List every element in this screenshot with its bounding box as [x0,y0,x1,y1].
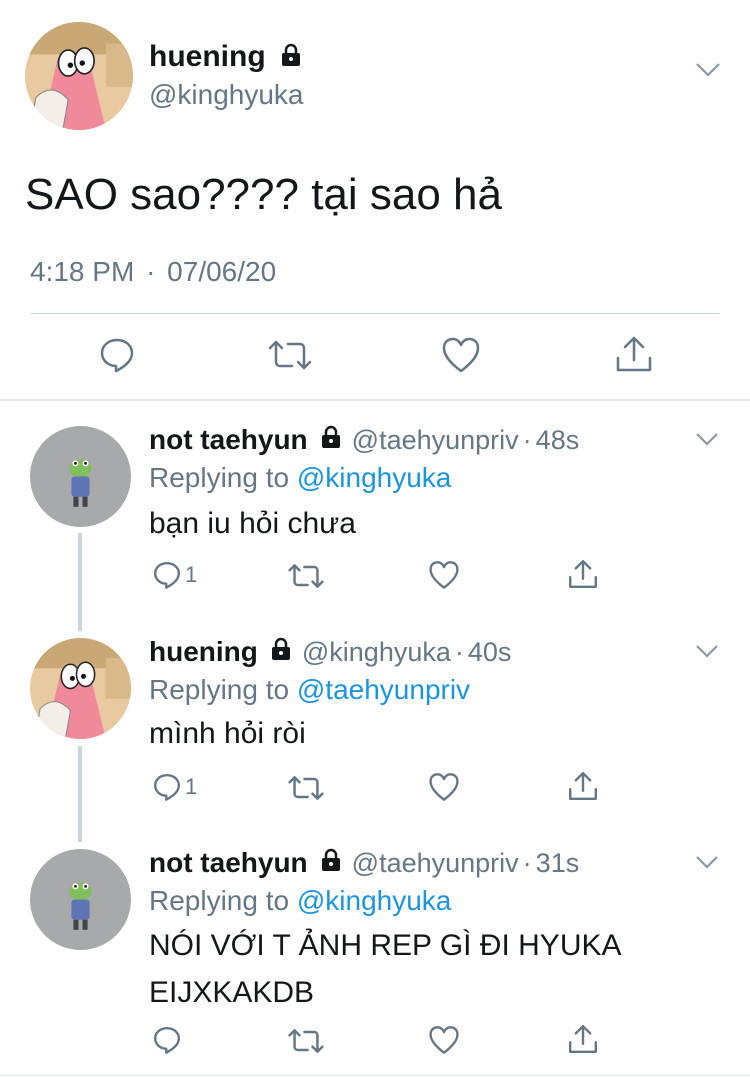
chevron-down-icon[interactable] [695,644,719,663]
tweet-text-line: bạn iu hỏi chưa [149,507,356,540]
share-icon[interactable] [614,334,654,374]
like-icon[interactable] [428,560,460,590]
retweet-icon[interactable] [288,562,324,590]
share-icon[interactable] [567,1023,599,1055]
retweet-icon[interactable] [268,338,312,372]
replying-to: Replying to @kinghyuka [149,462,451,494]
divider [30,313,720,314]
display-name[interactable]: not taehyun [149,847,308,879]
tweet-text-line: EIJXKAKDB [149,976,315,1009]
lock-icon [280,43,302,72]
tweet-text-line: mình hỏi ròi [149,717,306,750]
lock-icon [320,425,342,454]
like-icon[interactable] [428,1025,460,1055]
name-row: not taehyun @taehyunpriv · 48s [149,424,579,456]
tweet-age[interactable]: 40s [468,637,512,668]
tweet-date: 07/06/20 [167,256,277,287]
reply-icon[interactable] [98,336,136,374]
handle[interactable]: @kinghyuka [149,79,304,111]
name-row: not taehyun @taehyunpriv · 31s [149,847,579,879]
action-bar: 1 [0,770,750,810]
avatar[interactable] [30,426,131,527]
avatar[interactable] [30,849,131,950]
tweet-text: NÓI VỚI T ẢNH REP GÌ ĐI HYUKA EIJXKAKDB [149,922,622,1016]
meta-separator: · [522,425,532,455]
chevron-down-icon[interactable] [695,62,721,83]
share-icon[interactable] [567,770,599,802]
reply-icon [152,1025,182,1055]
like-icon[interactable] [441,336,481,374]
mention-link[interactable]: @kinghyuka [297,462,452,493]
divider [0,1075,750,1076]
tweet-age[interactable]: 48s [536,425,580,456]
replying-prefix: Replying to [149,462,290,493]
replying-prefix: Replying to [149,674,290,705]
chevron-down-icon[interactable] [695,432,719,451]
action-bar [0,1023,750,1063]
reply-tweet[interactable]: huening @kinghyuka · 40s Replying to @ta… [0,612,750,825]
tweet-time: 4:18 PM [30,256,135,287]
tweet-text-line: NÓI VỚI T ẢNH REP GÌ ĐI HYUKA [149,929,622,962]
frog-avatar-image [30,849,131,950]
reply-icon [152,772,182,802]
meta-separator: · [146,256,156,287]
avatar[interactable] [25,22,133,130]
share-icon[interactable] [567,558,599,590]
handle[interactable]: @kinghyuka [302,637,451,668]
action-bar [0,332,750,382]
reply-icon [152,560,182,590]
reply-tweet[interactable]: not taehyun @taehyunpriv · 31s Replying … [0,825,750,1077]
meta-separator: · [454,637,464,667]
handle[interactable]: @taehyunpriv [352,848,519,879]
reply-count: 1 [185,562,198,587]
patrick-avatar-image [25,22,133,130]
name-row: huening [149,40,302,74]
reply-tweet[interactable]: not taehyun @taehyunpriv · 48s Replying … [0,400,750,612]
main-tweet: huening @kinghyuka SAO sao???? tại sao h… [0,0,750,401]
reply-button[interactable] [152,1025,185,1055]
reply-button[interactable]: 1 [152,772,197,802]
meta-separator: · [522,848,532,878]
tweet-timestamp[interactable]: 4:18 PM · 07/06/20 [30,256,276,288]
lock-icon [320,848,342,877]
tweet-age[interactable]: 31s [536,848,580,879]
patrick-avatar-image [30,638,131,739]
tweet-text: mình hỏi ròi [149,710,306,757]
lock-icon [270,637,292,666]
reply-button[interactable]: 1 [152,560,197,590]
chevron-down-icon[interactable] [695,855,719,874]
reply-count: 1 [185,774,198,799]
action-bar: 1 [0,558,750,598]
avatar[interactable] [30,638,131,739]
replying-prefix: Replying to [149,885,290,916]
display-name[interactable]: not taehyun [149,424,308,456]
mention-link[interactable]: @taehyunpriv [297,674,470,705]
replying-to: Replying to @kinghyuka [149,885,451,917]
like-icon[interactable] [428,772,460,802]
retweet-icon[interactable] [288,1027,324,1055]
tweet-text: SAO sao???? tại sao hả [25,170,502,219]
frog-avatar-image [30,426,131,527]
display-name[interactable]: huening [149,40,266,74]
replying-to: Replying to @taehyunpriv [149,674,470,706]
display-name[interactable]: huening [149,636,258,668]
name-row: huening @kinghyuka · 40s [149,636,511,668]
tweet-text: bạn iu hỏi chưa [149,500,356,547]
handle[interactable]: @taehyunpriv [352,425,519,456]
mention-link[interactable]: @kinghyuka [297,885,452,916]
retweet-icon[interactable] [288,774,324,802]
